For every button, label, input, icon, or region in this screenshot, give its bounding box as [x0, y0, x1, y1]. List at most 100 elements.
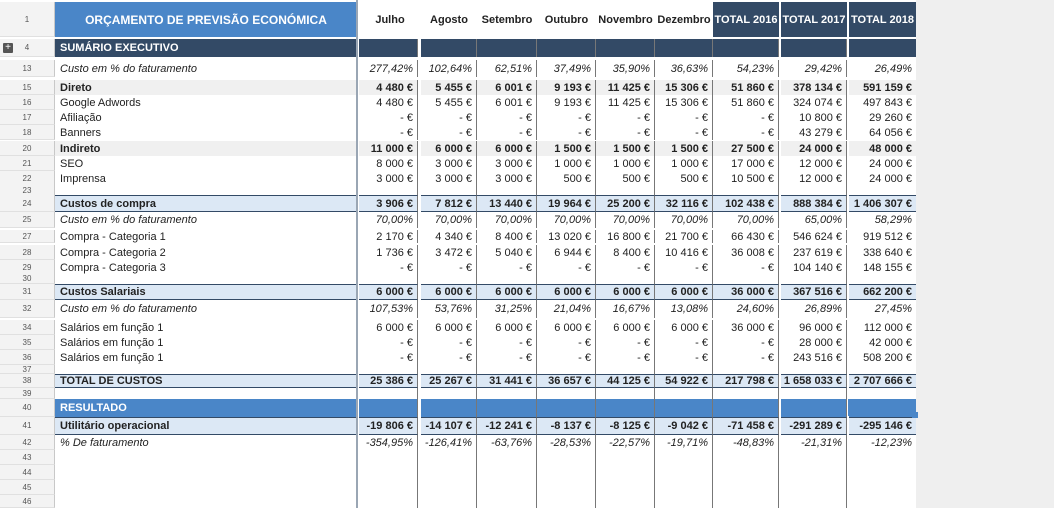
- row-number[interactable]: 34: [0, 320, 55, 335]
- value-cell[interactable]: - €: [537, 125, 596, 140]
- value-cell[interactable]: 15 306 €: [655, 80, 713, 95]
- value-cell[interactable]: -12 241 €: [477, 417, 537, 435]
- value-cell[interactable]: 26,49%: [849, 60, 916, 77]
- value-cell[interactable]: 66 430 €: [713, 230, 779, 243]
- row-number[interactable]: 32: [0, 300, 55, 318]
- value-cell[interactable]: - €: [359, 125, 418, 140]
- value-cell[interactable]: 500 €: [655, 171, 713, 186]
- row-label[interactable]: Afiliação: [55, 110, 357, 125]
- value-cell[interactable]: [359, 399, 418, 417]
- row-label[interactable]: Salários em função 1: [55, 350, 357, 365]
- value-cell[interactable]: - €: [713, 335, 779, 350]
- value-cell[interactable]: 102,64%: [421, 60, 477, 77]
- value-cell[interactable]: 2 170 €: [359, 230, 418, 243]
- value-cell[interactable]: 70,00%: [713, 212, 779, 228]
- value-cell[interactable]: 277,42%: [359, 60, 418, 77]
- value-cell[interactable]: 70,00%: [537, 212, 596, 228]
- value-cell[interactable]: [537, 399, 596, 417]
- value-cell[interactable]: 6 000 €: [655, 320, 713, 335]
- value-cell[interactable]: 27,45%: [849, 300, 916, 318]
- row-label[interactable]: [55, 465, 357, 480]
- row-label[interactable]: Salários em função 1: [55, 335, 357, 350]
- value-cell[interactable]: [477, 480, 537, 495]
- value-cell[interactable]: 62,51%: [477, 60, 537, 77]
- value-cell[interactable]: 6 944 €: [537, 245, 596, 260]
- value-cell[interactable]: [655, 465, 713, 480]
- value-cell[interactable]: 3 000 €: [421, 171, 477, 186]
- total-header[interactable]: TOTAL 2016: [713, 2, 779, 37]
- value-cell[interactable]: [421, 388, 477, 399]
- value-cell[interactable]: - €: [359, 335, 418, 350]
- value-cell[interactable]: - €: [537, 350, 596, 365]
- value-cell[interactable]: [655, 39, 713, 57]
- value-cell[interactable]: -28,53%: [537, 435, 596, 450]
- value-cell[interactable]: 6 000 €: [477, 141, 537, 156]
- value-cell[interactable]: [713, 365, 779, 374]
- value-cell[interactable]: [359, 39, 418, 57]
- value-cell[interactable]: 5 455 €: [421, 95, 477, 110]
- row-number[interactable]: 31: [0, 284, 55, 300]
- value-cell[interactable]: 24 000 €: [849, 156, 916, 171]
- row-label[interactable]: RESULTADO: [55, 399, 357, 417]
- row-label[interactable]: Custos de compra: [55, 195, 357, 212]
- value-cell[interactable]: 4 480 €: [359, 95, 418, 110]
- value-cell[interactable]: 508 200 €: [849, 350, 916, 365]
- value-cell[interactable]: 21 700 €: [655, 230, 713, 243]
- value-cell[interactable]: - €: [655, 125, 713, 140]
- value-cell[interactable]: - €: [713, 350, 779, 365]
- value-cell[interactable]: - €: [477, 125, 537, 140]
- value-cell[interactable]: 1 500 €: [655, 141, 713, 156]
- value-cell[interactable]: 6 000 €: [596, 320, 655, 335]
- value-cell[interactable]: - €: [359, 350, 418, 365]
- value-cell[interactable]: 36 657 €: [537, 374, 596, 388]
- row-label[interactable]: Salários em função 1: [55, 320, 357, 335]
- value-cell[interactable]: - €: [596, 125, 655, 140]
- value-cell[interactable]: 70,00%: [477, 212, 537, 228]
- row-label[interactable]: Banners: [55, 125, 357, 140]
- value-cell[interactable]: [655, 388, 713, 399]
- value-cell[interactable]: [713, 273, 779, 284]
- value-cell[interactable]: -12,23%: [849, 435, 916, 450]
- value-cell[interactable]: [849, 365, 916, 374]
- value-cell[interactable]: 53,76%: [421, 300, 477, 318]
- value-cell[interactable]: 16,67%: [596, 300, 655, 318]
- month-header[interactable]: Novembro: [596, 2, 655, 37]
- value-cell[interactable]: 3 000 €: [359, 171, 418, 186]
- value-cell[interactable]: [537, 388, 596, 399]
- value-cell[interactable]: -14 107 €: [421, 417, 477, 435]
- value-cell[interactable]: 888 384 €: [781, 195, 847, 212]
- value-cell[interactable]: [596, 388, 655, 399]
- row-number[interactable]: 18: [0, 125, 55, 140]
- row-number[interactable]: 20: [0, 141, 55, 156]
- value-cell[interactable]: 44 125 €: [596, 374, 655, 388]
- row-number[interactable]: 21: [0, 156, 55, 171]
- row-label[interactable]: Indireto: [55, 141, 357, 156]
- row-label[interactable]: Utilitário operacional: [55, 417, 357, 435]
- value-cell[interactable]: - €: [537, 335, 596, 350]
- value-cell[interactable]: [477, 365, 537, 374]
- value-cell[interactable]: [596, 273, 655, 284]
- value-cell[interactable]: [849, 450, 916, 465]
- value-cell[interactable]: 25 386 €: [359, 374, 418, 388]
- row-number[interactable]: 45: [0, 480, 55, 495]
- value-cell[interactable]: [849, 39, 916, 57]
- value-cell[interactable]: - €: [713, 110, 779, 125]
- value-cell[interactable]: 6 000 €: [421, 141, 477, 156]
- value-cell[interactable]: 36 000 €: [713, 320, 779, 335]
- value-cell[interactable]: [596, 450, 655, 465]
- value-cell[interactable]: 58,29%: [849, 212, 916, 228]
- value-cell[interactable]: 5 040 €: [477, 245, 537, 260]
- value-cell[interactable]: - €: [655, 350, 713, 365]
- value-cell[interactable]: 8 000 €: [359, 156, 418, 171]
- value-cell[interactable]: 8 400 €: [596, 245, 655, 260]
- value-cell[interactable]: - €: [421, 350, 477, 365]
- row-label[interactable]: [55, 480, 357, 495]
- row-number[interactable]: 40: [0, 399, 55, 417]
- row-label[interactable]: Imprensa: [55, 171, 357, 186]
- value-cell[interactable]: [359, 273, 418, 284]
- value-cell[interactable]: [421, 480, 477, 495]
- value-cell[interactable]: 51 860 €: [713, 95, 779, 110]
- value-cell[interactable]: -291 289 €: [781, 417, 847, 435]
- row-label[interactable]: Compra - Categoria 2: [55, 245, 357, 260]
- row-label[interactable]: Compra - Categoria 1: [55, 230, 357, 243]
